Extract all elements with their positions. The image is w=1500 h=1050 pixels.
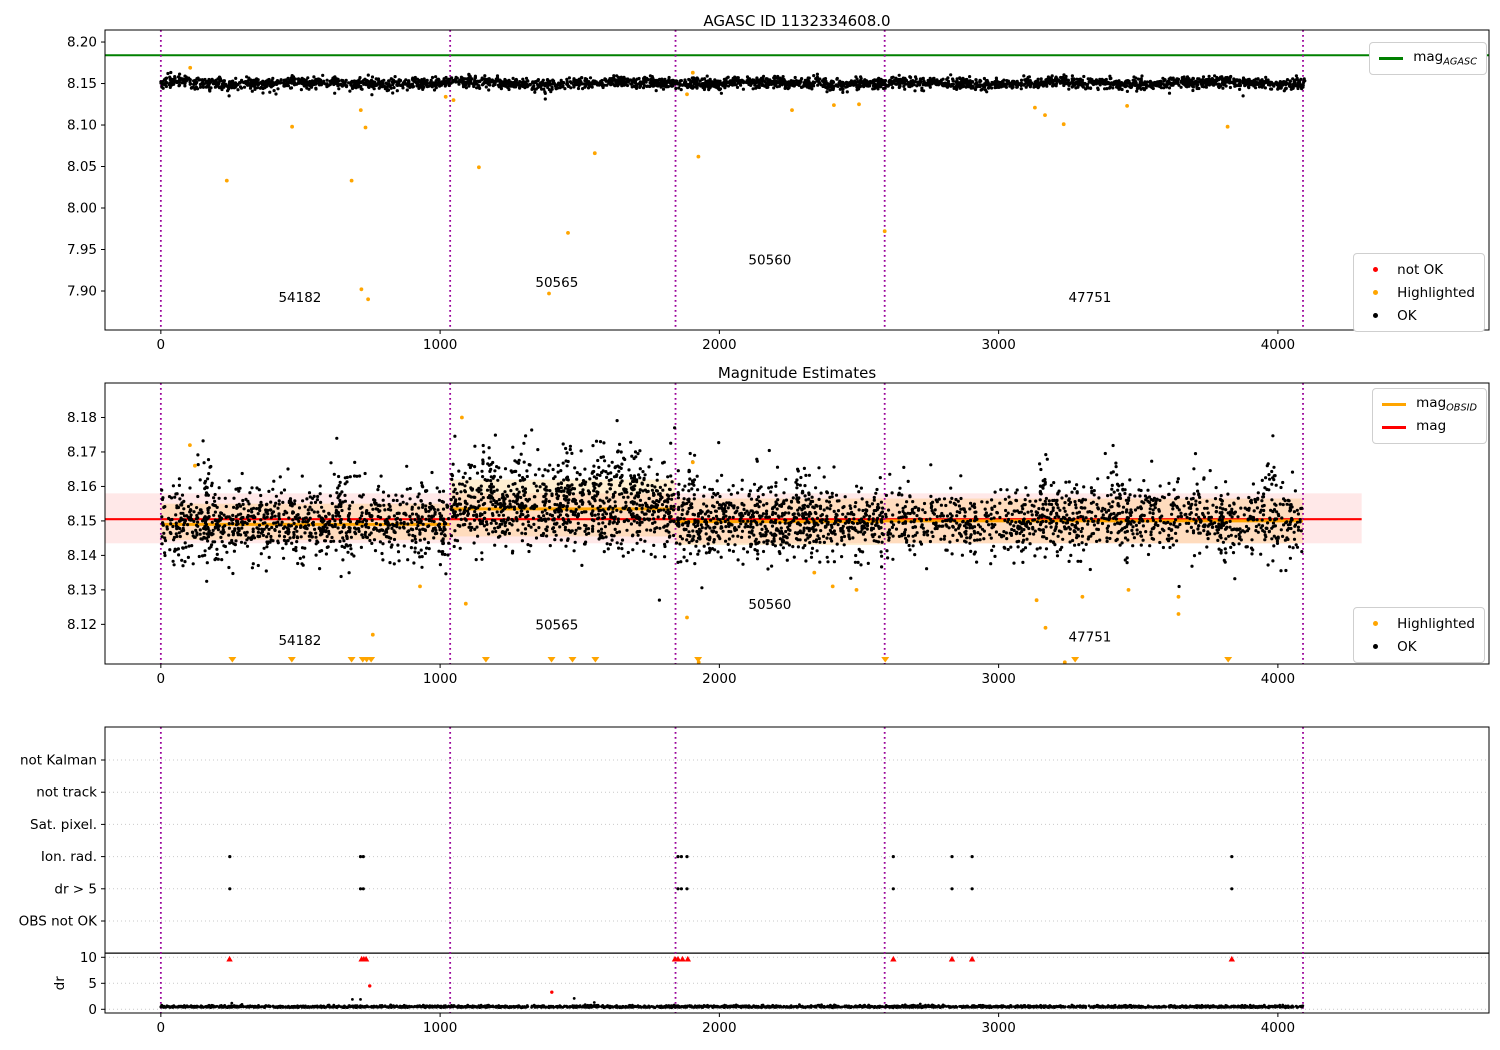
legend-item-mag-obsid: magOBSID	[1379, 394, 1477, 415]
legend-marker-cell	[1360, 267, 1390, 272]
axes-frame	[104, 726, 1490, 1014]
legend-label-not-ok: not OK	[1397, 261, 1444, 278]
obsid-boundary-lines	[159, 727, 1304, 1013]
mag-obsid-line-swatch	[1382, 403, 1407, 406]
x-axis: 0 1000 2000 3000 4000	[157, 1013, 1295, 1036]
legend-label-highlighted: Highlighted	[1397, 615, 1475, 632]
not-ok-dot-swatch	[1372, 267, 1378, 272]
figure-canvas: 54182 50565 50560 47751 0 1000 2000 3000 4000 7.9…	[0, 0, 1500, 1050]
legend-item-highlighted: Highlighted	[1360, 282, 1475, 303]
legend-label-highlighted: Highlighted	[1397, 284, 1475, 301]
legend-marker-cell	[1360, 644, 1390, 649]
dr-ok-points	[159, 997, 1305, 1010]
legend-label-ok: OK	[1397, 307, 1417, 324]
legend-label-mag-agasc: magAGASC	[1413, 49, 1477, 68]
ok-dot-swatch	[1372, 313, 1378, 318]
legend-item-mag: mag	[1379, 417, 1477, 438]
ok-dot-swatch	[1372, 644, 1378, 649]
flag-points	[228, 855, 1234, 891]
legend-plot1-point-types: not OK Highlighted OK	[1353, 253, 1485, 332]
grid-lines	[105, 759, 1489, 1010]
legend-label-mag-obsid: magOBSID	[1416, 395, 1477, 414]
legend-marker-cell	[1376, 57, 1406, 60]
legend-marker-cell	[1379, 403, 1409, 406]
dr-not-ok-points	[226, 955, 1236, 994]
plot1-title: AGASC ID 1132334608.0	[703, 12, 891, 30]
legend-item-ok: OK	[1360, 636, 1475, 657]
legend-marker-cell	[1379, 426, 1409, 429]
highlighted-dot-swatch	[1372, 290, 1378, 295]
legend-marker-cell	[1360, 621, 1390, 626]
legend-marker-cell	[1360, 290, 1390, 295]
legend-label-mag: mag	[1416, 418, 1447, 435]
legend-item-highlighted: Highlighted	[1360, 613, 1475, 634]
legend-plot1-mag-agasc: magAGASC	[1369, 42, 1487, 75]
mag-line-swatch	[1382, 426, 1407, 429]
legend-plot2-point-types: Highlighted OK	[1353, 607, 1485, 663]
legend-item-ok: OK	[1360, 305, 1475, 326]
legend-item-not-ok: not OK	[1360, 259, 1475, 280]
highlighted-dot-swatch	[1372, 621, 1378, 626]
legend-item-mag-agasc: magAGASC	[1376, 48, 1477, 69]
bottom-plot: not Kalmannot trackSat. pixel.Ion. rad.d…	[19, 726, 1490, 1036]
legend-marker-cell	[1360, 313, 1390, 318]
dr-axis-label: dr	[52, 976, 68, 991]
legend-plot2-lines: magOBSID mag	[1372, 388, 1487, 444]
mag-agasc-line-swatch	[1379, 57, 1404, 60]
plot2-title: Magnitude Estimates	[717, 364, 877, 382]
legend-label-ok: OK	[1397, 638, 1417, 655]
